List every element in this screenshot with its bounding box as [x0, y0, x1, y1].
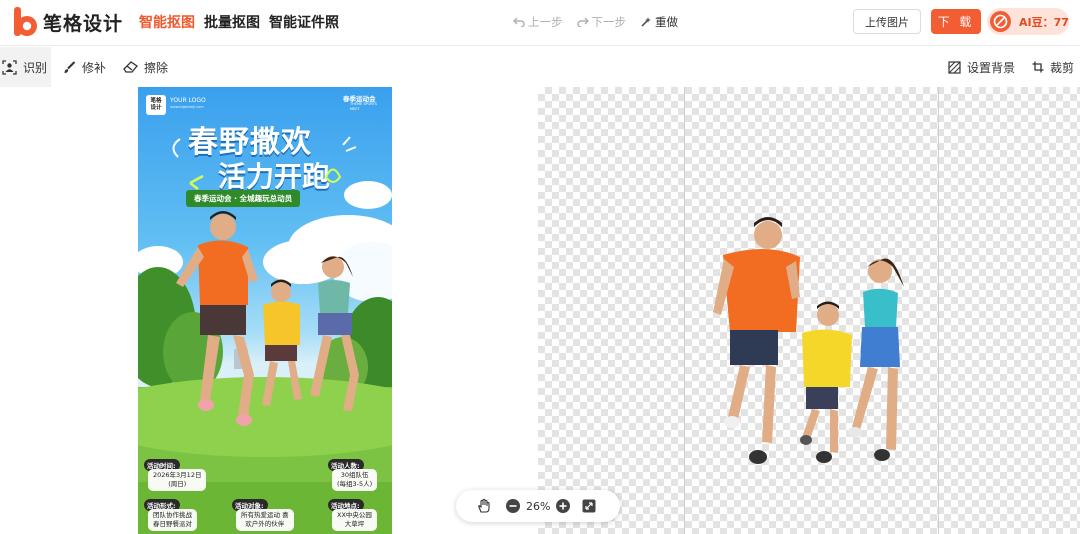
tool-repair[interactable]: 修补 — [63, 47, 106, 87]
reset-button[interactable]: 重做 — [640, 14, 678, 30]
info-value-time: 2026年3月12日 (周日) — [148, 469, 207, 491]
undo-icon — [513, 17, 525, 27]
tool-repair-label: 修补 — [82, 60, 107, 75]
top-header: 笔格设计 智能抠图 批量抠图 智能证件照 上一步 下一步 重做 上传图片 下 载… — [0, 0, 1080, 46]
info-value-location: XX中央公园 大草坪 — [332, 509, 377, 531]
edit-toolbar: 识别 修补 擦除 设置背景 裁剪 — [0, 47, 1080, 87]
reset-label: 重做 — [655, 15, 678, 29]
fit-screen-icon[interactable] — [582, 499, 596, 513]
brand-name: 笔格设计 — [43, 12, 124, 35]
nav-batch-cutout[interactable]: 批量抠图 — [204, 12, 260, 32]
canvas-guide-line-1 — [684, 87, 685, 534]
brand-logo-icon — [12, 6, 38, 38]
tool-set-background-label: 设置背景 — [967, 60, 1016, 75]
tool-set-background[interactable]: 设置背景 — [948, 47, 1015, 87]
zoom-in-icon[interactable] — [556, 499, 571, 513]
tool-crop-label: 裁剪 — [1050, 60, 1075, 75]
info-value-people: 30组队伍 (每组3-5人) — [332, 469, 378, 491]
tool-erase-label: 擦除 — [144, 60, 169, 75]
tool-recognize[interactable]: 识别 — [0, 47, 51, 87]
info-value-audience: 所有热爱运动 喜 欢户外的伙伴 — [236, 509, 294, 531]
poster-runners-illustration — [176, 211, 359, 426]
redo-label: 下一步 — [591, 15, 627, 29]
redo-icon — [576, 17, 589, 27]
ai-coin-icon — [990, 11, 1011, 32]
poster-logo-box: 笔格 设计 — [146, 95, 166, 115]
tool-crop[interactable]: 裁剪 — [1032, 47, 1074, 87]
cutout-result-canvas[interactable] — [538, 87, 1080, 534]
brand-logo[interactable]: 笔格设计 — [12, 6, 123, 38]
person-scan-icon — [2, 59, 17, 75]
poster-your-logo: YOUR LOGO — [170, 97, 206, 104]
undo-button[interactable]: 上一步 — [513, 14, 563, 30]
editor-canvas[interactable]: 笔格 设计 YOUR LOGO www.bigesheji.com 春季运动会 … — [0, 87, 1080, 534]
tool-recognize-label: 识别 — [23, 60, 48, 75]
ai-credits-label: AI豆：77 — [1019, 15, 1069, 29]
hand-pan-icon[interactable] — [476, 498, 492, 514]
nav-id-photo[interactable]: 智能证件照 — [269, 12, 339, 32]
original-poster-image[interactable]: 笔格 设计 YOUR LOGO www.bigesheji.com 春季运动会 … — [138, 87, 392, 534]
zoom-level: 26% — [526, 499, 551, 513]
ai-credits-badge[interactable]: AI豆：77 — [987, 8, 1069, 35]
cutout-runners-image — [713, 217, 904, 464]
brush-icon — [64, 60, 76, 73]
zoom-control: 26% — [456, 490, 620, 522]
background-icon — [948, 60, 961, 74]
eraser-icon — [123, 61, 138, 73]
canvas-guide-line-2 — [938, 87, 939, 534]
history-actions: 上一步 下一步 重做 — [513, 14, 692, 30]
zoom-out-icon[interactable] — [506, 499, 520, 513]
poster-your-logo-sub: www.bigesheji.com — [170, 105, 204, 109]
crop-icon — [1032, 61, 1044, 73]
download-button[interactable]: 下 载 — [931, 9, 981, 34]
main-nav: 智能抠图 批量抠图 智能证件照 — [139, 12, 348, 32]
upload-image-button[interactable]: 上传图片 — [853, 9, 921, 34]
undo-label: 上一步 — [528, 15, 563, 29]
nav-smart-cutout[interactable]: 智能抠图 — [139, 12, 195, 32]
info-value-format: 团队协作挑战 春日野餐派对 — [148, 509, 197, 531]
reset-icon — [641, 17, 651, 27]
poster-event-tag-sub: THEME SPORTS MEET — [350, 102, 377, 111]
tool-erase[interactable]: 擦除 — [123, 47, 168, 87]
redo-button[interactable]: 下一步 — [576, 14, 627, 30]
